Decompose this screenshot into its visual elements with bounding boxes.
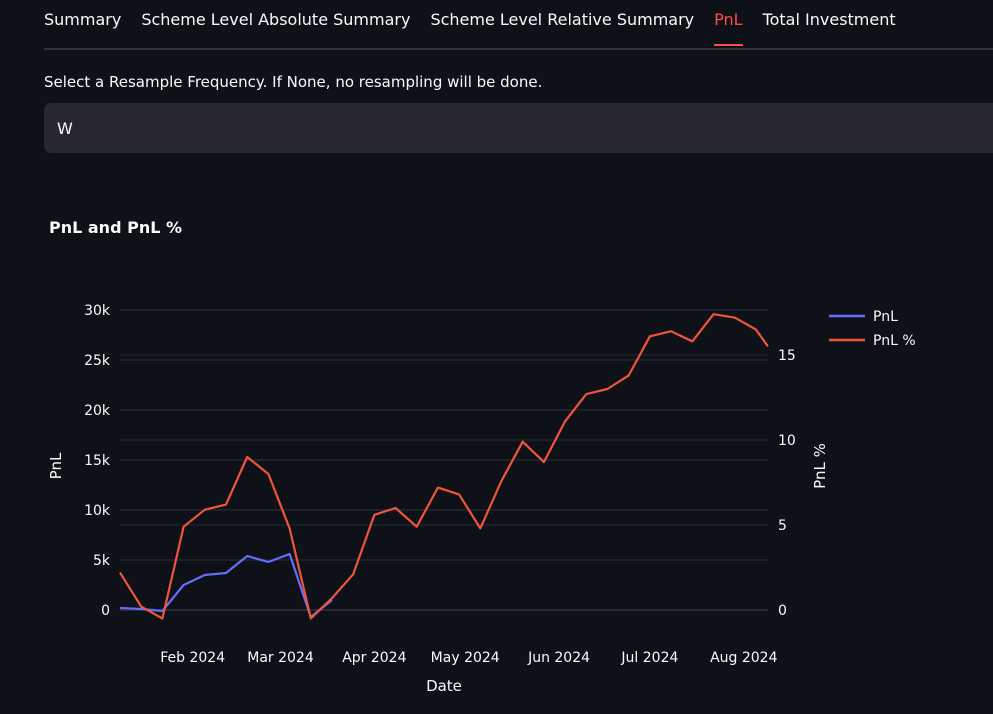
chart-legend[interactable]: PnL PnL %: [829, 309, 916, 349]
legend-label-pnl: PnL: [873, 309, 898, 325]
x-axis-label: Date: [426, 677, 462, 695]
legend-label-pnl-pct: PnL %: [873, 333, 916, 349]
x-tick-label: May 2024: [431, 650, 500, 666]
x-tick-labels: Feb 2024 Mar 2024 Apr 2024 May 2024 Jun 2024…: [160, 650, 777, 666]
x-tick-label: Aug 2024: [710, 650, 778, 666]
y-tick-labels: 0 5k 10k 15k 20k 25k 30k: [84, 303, 111, 619]
x-tick-label: Apr 2024: [342, 650, 406, 666]
y-tick-label: 10k: [84, 503, 111, 519]
y-tick-label: 30k: [84, 303, 111, 319]
y-tick-label: 20k: [84, 403, 111, 419]
y2-tick-label: 10: [778, 433, 796, 449]
y2-tick-label: 5: [778, 518, 787, 534]
y2-tick-labels: 0 5 10 15: [778, 348, 796, 619]
y2-tick-label: 0: [778, 603, 787, 619]
y-axis-label: PnL: [47, 452, 65, 479]
x-tick-label: Jul 2024: [620, 650, 678, 666]
y-tick-label: 15k: [84, 453, 111, 469]
y-tick-label: 5k: [93, 553, 111, 569]
y2-tick-label: 15: [778, 348, 796, 364]
x-tick-label: Mar 2024: [247, 650, 314, 666]
series-line-pnl: [119, 552, 333, 619]
y2-gridlines: [120, 354, 768, 611]
y-tick-label: 25k: [84, 353, 111, 369]
pnl-chart: 0 5k 10k 15k 20k 25k 30k 0 5 10 15 Feb 2024 Mar 20…: [47, 303, 916, 695]
y2-axis-label: PnL %: [811, 443, 829, 489]
x-tick-label: Jun 2024: [527, 650, 590, 666]
y-tick-label: 0: [101, 603, 110, 619]
x-tick-label: Feb 2024: [160, 650, 225, 666]
